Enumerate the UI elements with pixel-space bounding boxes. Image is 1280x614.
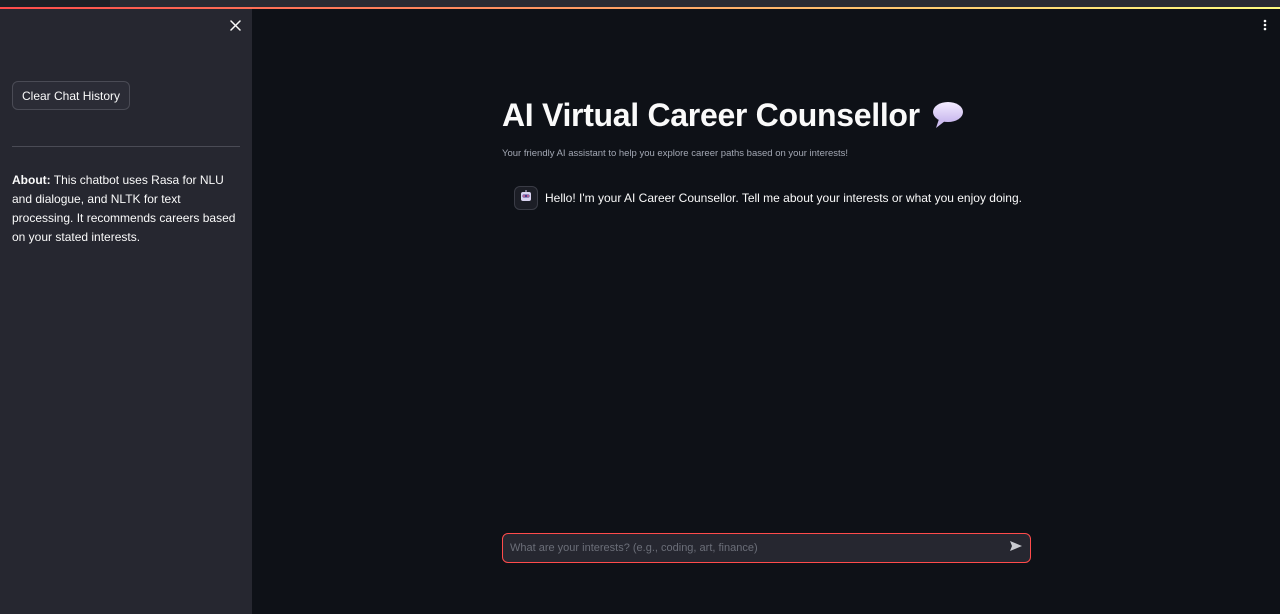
assistant-avatar xyxy=(514,186,538,210)
send-icon xyxy=(1009,539,1023,557)
sidebar-divider xyxy=(12,146,240,147)
page-title: AI Virtual Career Counsellor xyxy=(502,90,1032,140)
browser-tab-strip xyxy=(110,0,1280,7)
sidebar: Clear Chat History About: This chatbot u… xyxy=(0,9,252,614)
clear-chat-history-button[interactable]: Clear Chat History xyxy=(12,81,131,110)
speech-balloon-icon xyxy=(932,100,964,130)
chat-input[interactable] xyxy=(503,534,1002,562)
chat-message-assistant: Hello! I'm your AI Career Counsellor. Te… xyxy=(514,186,1034,210)
kebab-menu-icon xyxy=(1263,18,1267,34)
main-content: AI Virtual Career Counsellor Your friend… xyxy=(502,90,1032,159)
close-icon xyxy=(229,18,241,36)
page-title-text: AI Virtual Career Counsellor xyxy=(502,96,920,133)
about-label: About: xyxy=(12,173,51,187)
chat-message-text: Hello! I'm your AI Career Counsellor. Te… xyxy=(545,191,1022,205)
close-sidebar-button[interactable] xyxy=(226,17,244,37)
main-menu-button[interactable] xyxy=(1258,17,1272,35)
about-text: About: This chatbot uses Rasa for NLU an… xyxy=(12,171,240,247)
chat-input-container xyxy=(502,533,1031,563)
send-button[interactable] xyxy=(1002,534,1030,562)
robot-icon xyxy=(519,189,533,208)
page-subtitle: Your friendly AI assistant to help you e… xyxy=(502,148,849,159)
